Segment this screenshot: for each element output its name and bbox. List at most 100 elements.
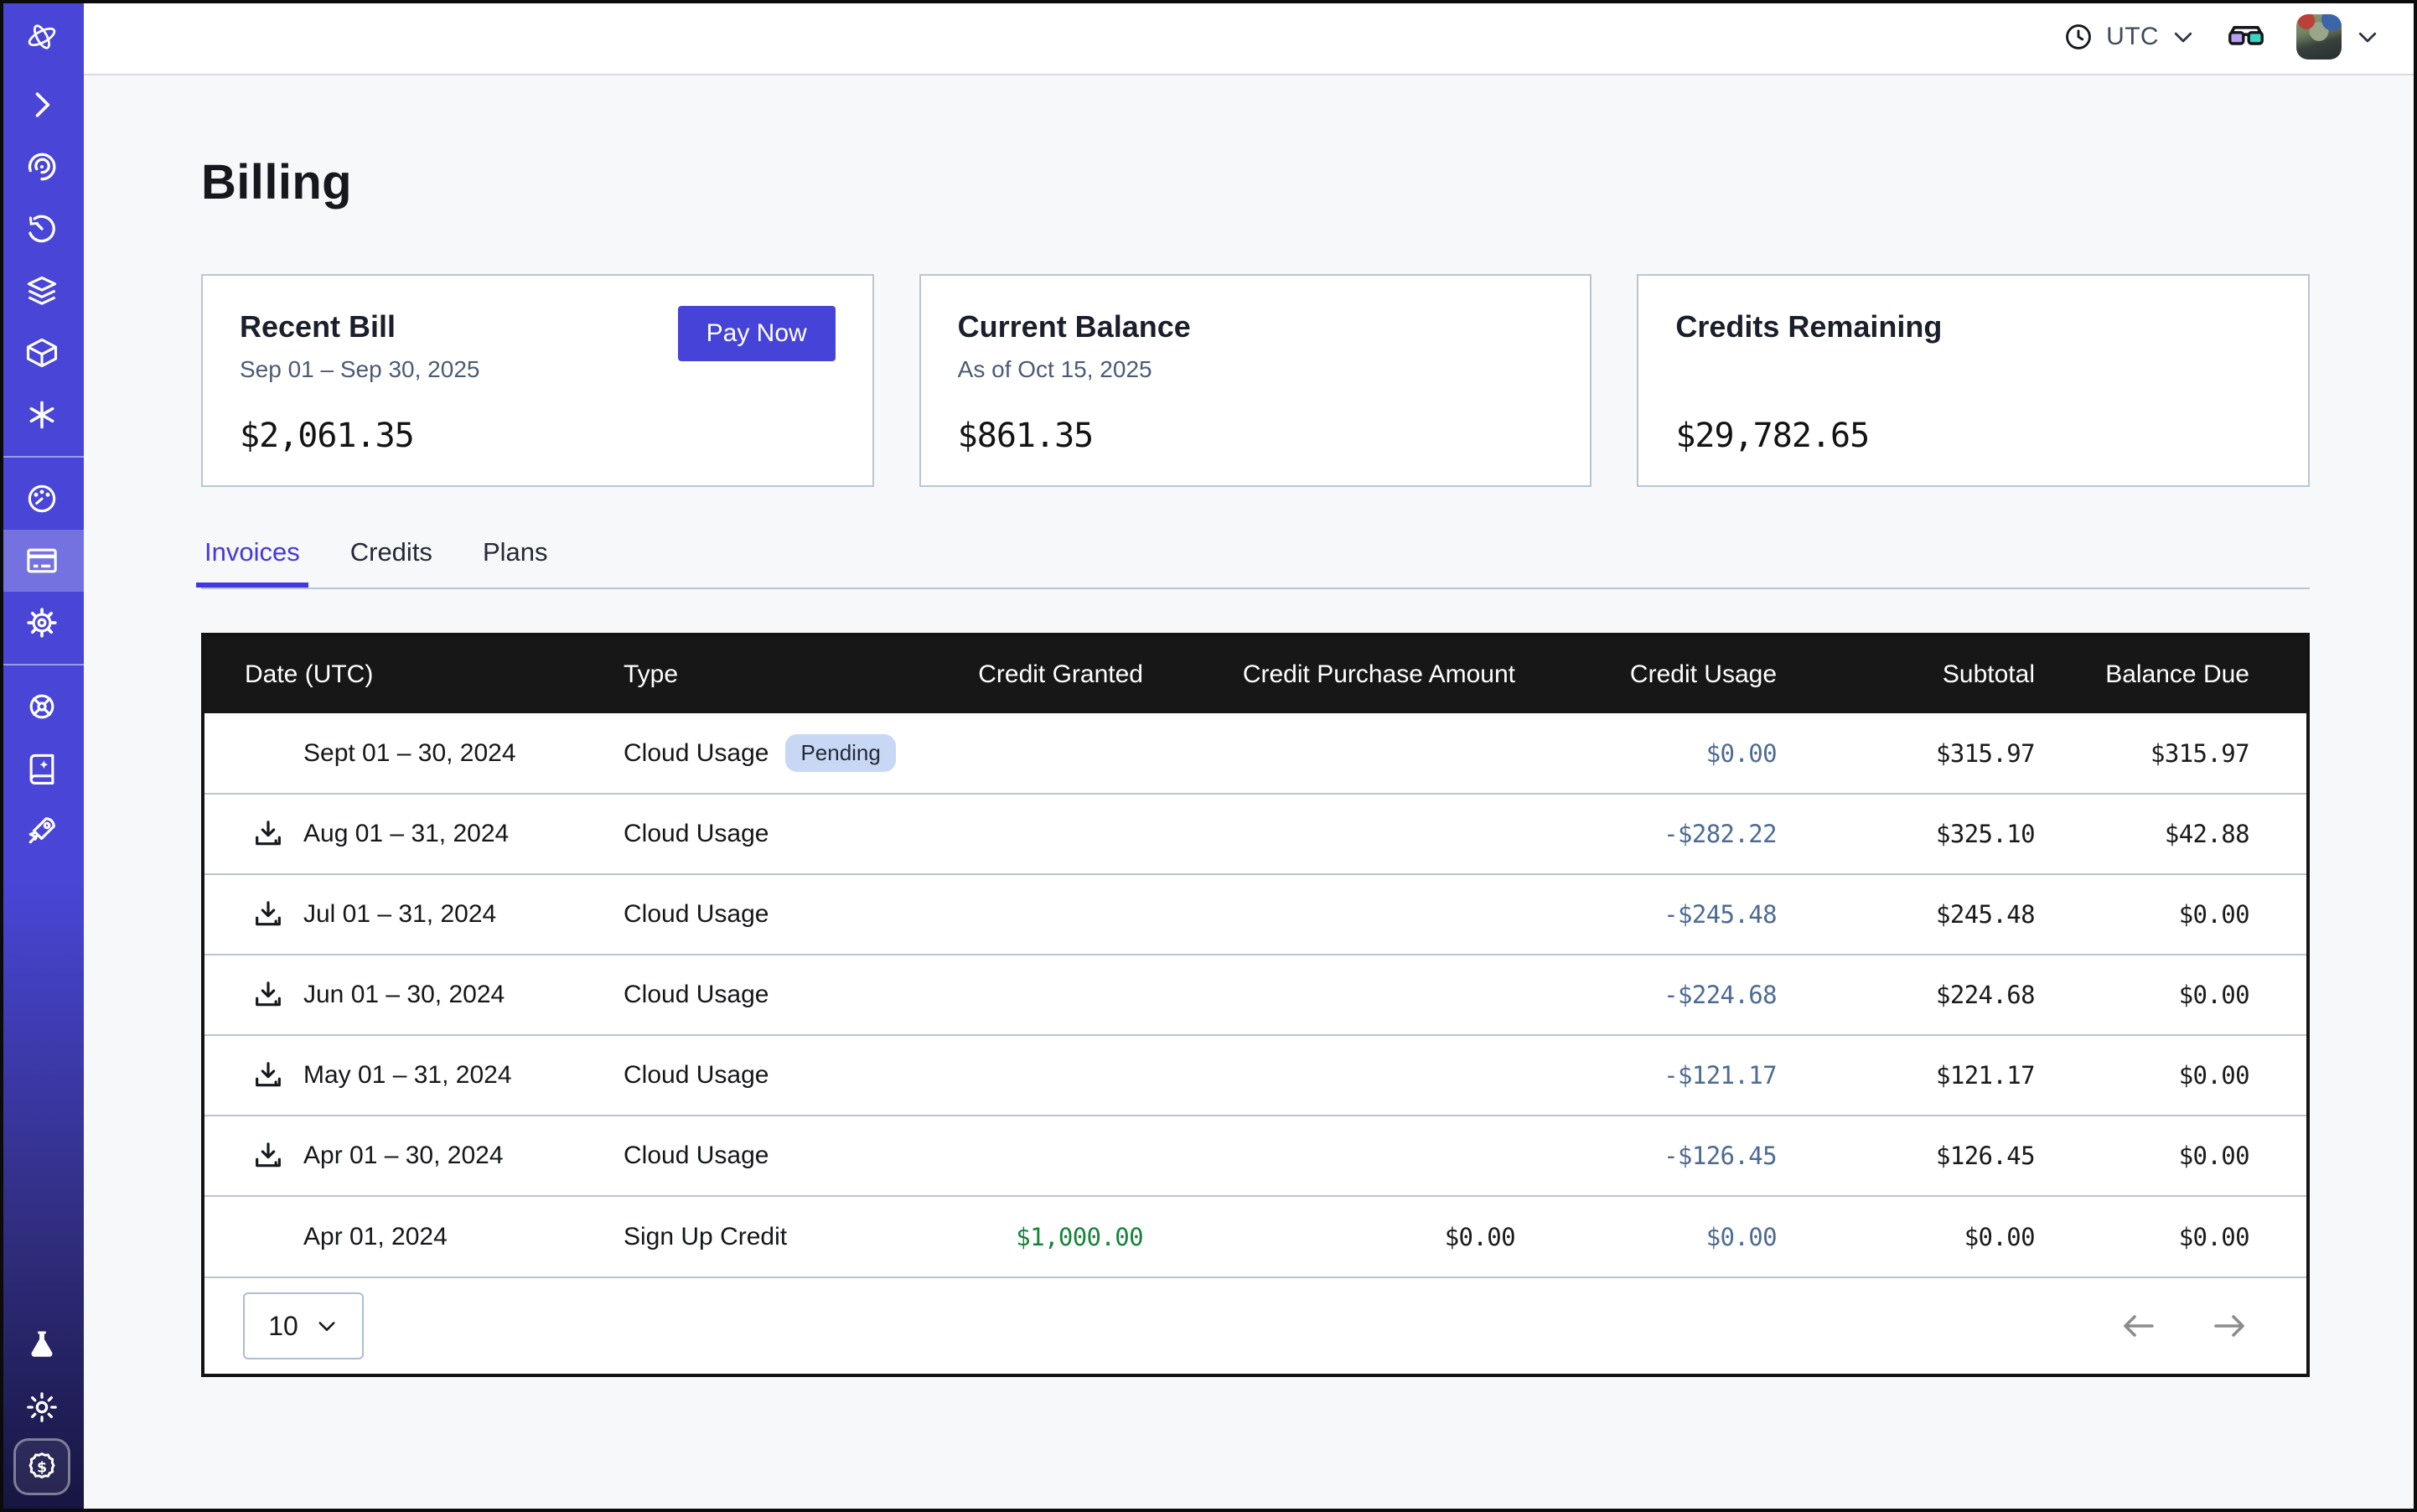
flask-icon[interactable] xyxy=(0,1314,84,1376)
table-row: Aug 01 – 31, 2024 Cloud Usage -$282.22 $… xyxy=(204,794,2306,874)
balance-due-value: $0.00 xyxy=(2035,1116,2306,1196)
table-row: Sept 01 – 30, 2024 Cloud Usage Pending $… xyxy=(204,713,2306,794)
history-timer-icon[interactable] xyxy=(0,198,84,260)
invoice-date: Jul 01 – 31, 2024 xyxy=(303,900,496,929)
balance-due-value: $0.00 xyxy=(2035,1196,2306,1276)
download-icon xyxy=(251,817,285,851)
subtotal-value: $224.68 xyxy=(1777,955,2035,1035)
credits-remaining-card: Credits Remaining $29,782.65 xyxy=(1637,274,2310,487)
asterisk-icon[interactable] xyxy=(0,384,84,446)
cube-icon[interactable] xyxy=(0,322,84,384)
page-size-select[interactable]: 10 xyxy=(243,1292,364,1359)
helm-wheel-icon[interactable] xyxy=(0,676,84,738)
subtotal-value: $245.48 xyxy=(1777,874,2035,955)
credit-usage-value: -$121.17 xyxy=(1515,1035,1777,1116)
chevron-down-icon xyxy=(2355,24,2380,49)
invoice-type: Cloud Usage xyxy=(624,1142,769,1170)
invoice-type: Cloud Usage xyxy=(624,1061,769,1090)
billing-tabs: Invoices Credits Plans xyxy=(201,537,2310,588)
balance-due-value: $42.88 xyxy=(2035,794,2306,874)
chevron-down-icon xyxy=(315,1314,339,1338)
content: Billing Recent Bill Sep 01 – Sep 30, 202… xyxy=(84,75,2417,1512)
tab-plans[interactable]: Plans xyxy=(479,537,551,588)
credit-granted-value xyxy=(962,713,1143,794)
card-subtitle: Sep 01 – Sep 30, 2025 xyxy=(240,356,479,383)
download-invoice-button[interactable] xyxy=(251,897,287,932)
card-amount: $861.35 xyxy=(958,417,1094,455)
rocket-icon[interactable] xyxy=(0,800,84,862)
balance-due-value: $0.00 xyxy=(2035,874,2306,955)
tab-credits[interactable]: Credits xyxy=(347,537,436,588)
chevron-right-icon[interactable] xyxy=(0,74,84,136)
card-subtitle: As of Oct 15, 2025 xyxy=(958,356,1191,383)
table-row: Jul 01 – 31, 2024 Cloud Usage -$245.48 $… xyxy=(204,874,2306,955)
col-credit-purchase: Credit Purchase Amount xyxy=(1143,636,1515,713)
download-icon xyxy=(251,1139,285,1173)
invoice-date: May 01 – 31, 2024 xyxy=(303,1061,512,1090)
timezone-selector[interactable]: UTC xyxy=(2062,21,2196,53)
recent-bill-card: Recent Bill Sep 01 – Sep 30, 2025 Pay No… xyxy=(201,274,874,487)
sidebar: $ xyxy=(0,0,84,1512)
download-invoice-button[interactable] xyxy=(251,1058,287,1093)
layers-icon[interactable] xyxy=(0,260,84,322)
card-amount: $2,061.35 xyxy=(240,417,414,455)
arrow-right-icon[interactable] xyxy=(2209,1306,2249,1346)
download-invoice-button[interactable] xyxy=(251,1138,287,1173)
subtotal-value: $315.97 xyxy=(1777,713,2035,794)
subtotal-value: $325.10 xyxy=(1777,794,2035,874)
gear-icon[interactable] xyxy=(0,592,84,654)
subtotal-value: $0.00 xyxy=(1777,1196,2035,1276)
docs-book-icon[interactable] xyxy=(0,738,84,800)
credit-granted-value: $1,000.00 xyxy=(962,1196,1143,1276)
avatar xyxy=(2296,14,2342,60)
col-balance-due: Balance Due xyxy=(2035,636,2306,713)
invoice-type: Cloud Usage xyxy=(624,820,769,848)
timezone-label: UTC xyxy=(2106,23,2159,51)
arrow-left-icon[interactable] xyxy=(2119,1306,2159,1346)
user-menu[interactable] xyxy=(2296,14,2380,60)
invoice-date: Apr 01 – 30, 2024 xyxy=(303,1142,504,1170)
sidebar-divider xyxy=(0,456,84,458)
invoice-type: Cloud Usage xyxy=(624,739,769,768)
reader-glasses-icon[interactable] xyxy=(2226,17,2266,57)
credit-granted-value xyxy=(962,1116,1143,1196)
invoice-date: Aug 01 – 31, 2024 xyxy=(303,820,509,848)
sidebar-spacer xyxy=(0,862,84,1314)
table-row: May 01 – 31, 2024 Cloud Usage -$121.17 $… xyxy=(204,1035,2306,1116)
col-credit-granted: Credit Granted xyxy=(962,636,1143,713)
download-invoice-button[interactable] xyxy=(251,977,287,1012)
tab-invoices[interactable]: Invoices xyxy=(201,537,303,588)
subtotal-value: $121.17 xyxy=(1777,1035,2035,1116)
invoice-date: Jun 01 – 30, 2024 xyxy=(303,981,505,1009)
balance-due-value: $315.97 xyxy=(2035,713,2306,794)
logo-orbit-icon[interactable] xyxy=(0,0,84,74)
credit-usage-value: -$224.68 xyxy=(1515,955,1777,1035)
sun-icon[interactable] xyxy=(0,1376,84,1438)
col-date: Date (UTC) xyxy=(204,636,607,713)
card-title: Credits Remaining xyxy=(1675,309,1942,344)
col-subtotal: Subtotal xyxy=(1777,636,2035,713)
dollar-badge-icon[interactable]: $ xyxy=(13,1438,70,1495)
credit-granted-value xyxy=(962,955,1143,1035)
invoice-date: Sept 01 – 30, 2024 xyxy=(303,739,516,768)
credit-purchase-value xyxy=(1143,1035,1515,1116)
page-title: Billing xyxy=(201,154,2310,210)
download-invoice-button[interactable] xyxy=(251,816,287,852)
table-row: Jun 01 – 30, 2024 Cloud Usage -$224.68 $… xyxy=(204,955,2306,1035)
summary-cards: Recent Bill Sep 01 – Sep 30, 2025 Pay No… xyxy=(201,274,2310,487)
table-header: Date (UTC) Type Credit Granted Credit Pu… xyxy=(204,636,2306,713)
pay-now-button[interactable]: Pay Now xyxy=(678,306,836,361)
credit-purchase-value xyxy=(1143,713,1515,794)
sidebar-divider xyxy=(0,664,84,665)
billing-card-icon[interactable] xyxy=(0,530,84,592)
balance-due-value: $0.00 xyxy=(2035,955,2306,1035)
col-type: Type xyxy=(607,636,962,713)
gauge-icon[interactable] xyxy=(0,468,84,530)
table-footer: 10 xyxy=(204,1276,2306,1374)
credit-granted-value xyxy=(962,1035,1143,1116)
credit-usage-value: $0.00 xyxy=(1515,713,1777,794)
main-area: UTC Billing xyxy=(84,0,2417,1512)
spiral-observe-icon[interactable] xyxy=(0,136,84,198)
credit-purchase-value: $0.00 xyxy=(1143,1196,1515,1276)
app-window: $ UTC xyxy=(0,0,2417,1512)
